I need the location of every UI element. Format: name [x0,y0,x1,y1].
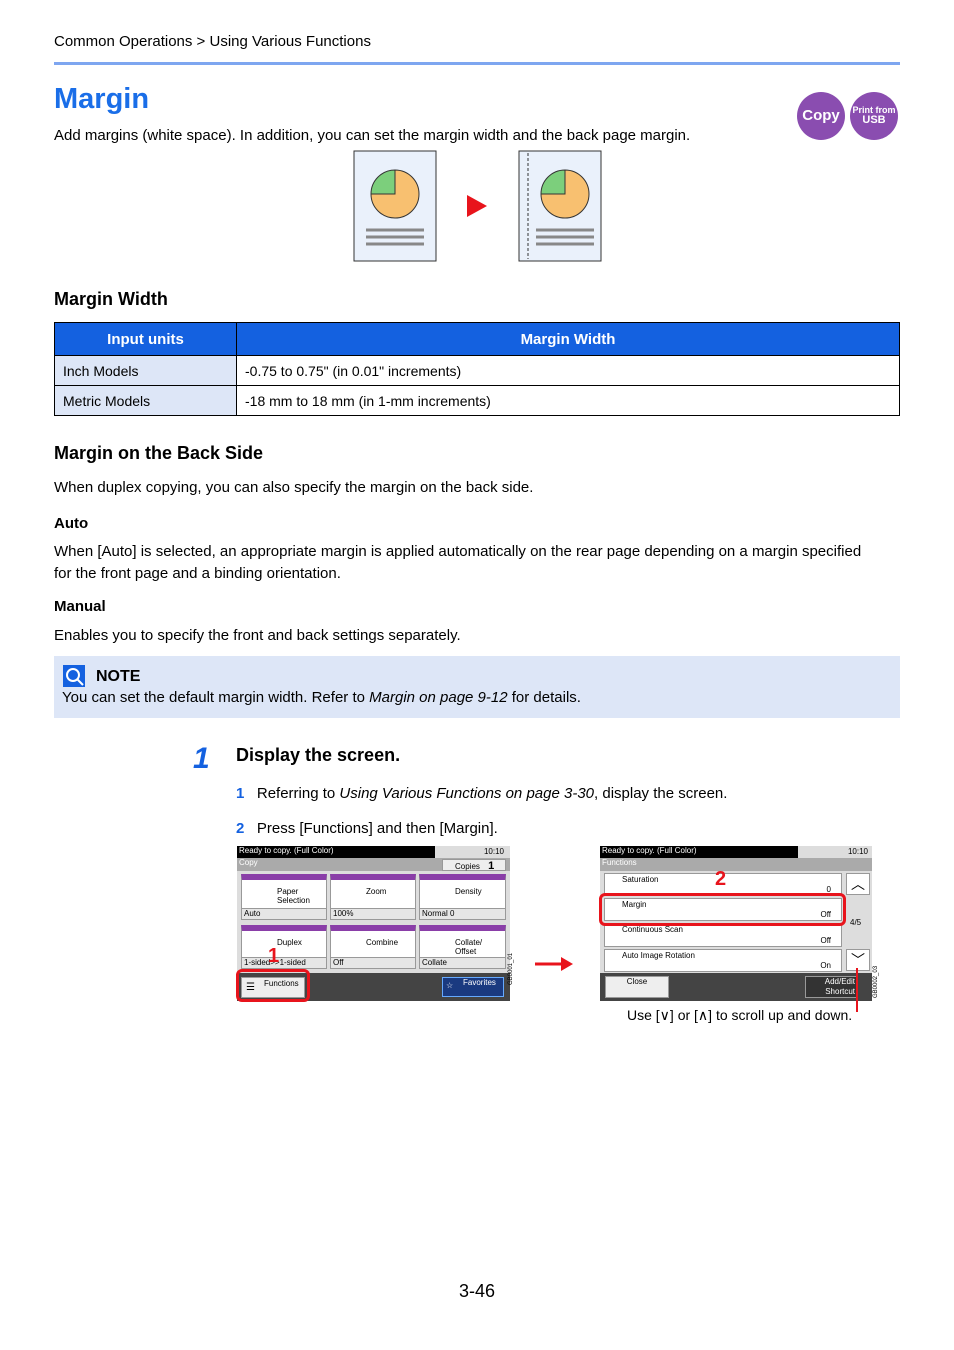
substep-1: 1 Referring to Using Various Functions o… [236,783,727,805]
tile-label: Collate/ Offset [455,938,483,956]
image-code: GB0001_01 [508,952,514,985]
tile-collate-offset[interactable]: Collate/ Offset Collate [419,925,506,969]
scroll-caption: Use [∨] or [∧] to scroll up and down. [627,1007,853,1023]
step-number: 1 [193,742,210,775]
substep-2: 2 Press [Functions] and then [Margin]. [236,818,498,840]
page-title: Margin [54,83,150,115]
row-value: On [820,961,831,970]
table-row: Metric Models -18 mm to 18 mm (in 1-mm in… [54,385,900,416]
col-header-margin-width: Margin Width [236,322,900,356]
margin-width-table: Input units Margin Width Inch Models -0.75… [54,322,900,416]
row-continuous-scan[interactable]: Continuous Scan Off [604,924,842,947]
cell: -18 mm to 18 mm (in 1-mm increments) [236,385,900,416]
clock: 10:10 [483,847,504,856]
callout-1: 1 [268,945,280,967]
copies-label: Copies [455,862,480,871]
substep-text: Referring to [256,785,340,802]
arrow-right-icon [467,195,487,217]
substep-text: , display the screen. [594,785,728,802]
tile-value: 100% [331,908,415,919]
tile-value: Off [331,957,415,968]
step-title: Display the screen. [236,745,401,765]
tile-value: Collate [420,957,505,968]
status-bar: Ready to copy. (Full Color) [600,846,798,858]
tile-label: Paper Selection [277,887,310,905]
note-text-post: for details. [507,689,581,706]
auto-text: When [Auto] is selected, an appropriate … [54,543,862,582]
copies-value: 1 [488,860,495,872]
status-bar: Ready to copy. (Full Color) [237,846,435,858]
note-text-pre: You can set the default margin width. Re… [62,689,370,706]
image-code: GB0002_03 [873,965,879,998]
substep-number: 1 [236,785,245,802]
row-value: Off [820,936,831,945]
substep-number: 2 [236,820,245,837]
tile-value: Normal 0 [420,908,505,919]
cell: Metric Models [54,385,237,416]
page-number: 3-46 [458,1281,496,1301]
star-icon: ☆ [446,981,454,990]
tile-paper-selection[interactable]: Paper Selection Auto [241,874,327,920]
row-auto-image-rotation[interactable]: Auto Image Rotation On [604,949,842,972]
tile-density[interactable]: Density Normal 0 [419,874,506,920]
chevron-up-icon: ︿ [851,876,865,892]
substep-reference-link[interactable]: Using Various Functions on page 3-30 [339,785,594,802]
col-header-input-units: Input units [54,322,237,356]
margin-highlight [599,893,846,926]
arrow-right-icon [535,957,573,971]
tile-label: Zoom [366,887,387,896]
chevron-down-icon: ﹀ [851,952,865,968]
intro-text: Add margins (white space). In addition, … [54,127,691,144]
table-row: Inch Models -0.75 to 0.75" (in 0.01" incr… [54,355,900,386]
tile-label: Duplex [277,938,302,947]
note-label: NOTE [96,668,141,685]
substep-text: Press [Functions] and then [Margin]. [256,820,498,837]
callout-2: 2 [715,868,727,890]
note-text: You can set the default margin width. Re… [62,687,581,709]
note-reference-link[interactable]: Margin on page 9-12 [369,689,507,706]
page-indicator: 4/5 [850,918,862,927]
usb-badge: Print from USB [850,92,898,140]
callout-line [856,968,858,1012]
tile-value: Auto [242,908,326,919]
note-icon [63,665,85,687]
scroll-up-button[interactable]: ︿ [846,873,870,895]
copy-badge-label: Copy [802,107,840,125]
mode-bar: Functions [600,858,872,871]
copies-field[interactable]: Copies 1 [442,859,506,872]
favorites-button[interactable]: ☆ Favorites [442,977,504,997]
usb-badge-line2: USB [862,113,886,126]
note-box: NOTE You can set the default margin widt… [54,656,900,718]
manual-heading: Manual [54,598,106,615]
header-rule [54,62,900,65]
back-side-heading: Margin on the Back Side [54,443,264,463]
tile-label: Density [455,887,482,896]
margin-width-heading: Margin Width [54,289,168,309]
favorites-label: Favorites [463,978,496,987]
copy-badge: Copy [797,92,845,140]
add-edit-shortcut-button[interactable]: Add/Edit Shortcut [805,976,858,998]
margin-illustration [353,150,602,262]
back-side-text: When duplex copying, you can also specif… [54,479,534,496]
cell: Inch Models [54,355,237,386]
breadcrumb: Common Operations > Using Various Functi… [54,33,371,50]
tile-duplex[interactable]: Duplex 1-sided>>1-sided [241,925,327,969]
tile-label: Combine [366,938,399,947]
tile-value: 1-sided>>1-sided [242,957,326,968]
scroll-down-button[interactable]: ﹀ [846,949,870,971]
row-label: Saturation [622,875,659,884]
cell: -0.75 to 0.75" (in 0.01" increments) [236,355,900,386]
tile-combine[interactable]: Combine Off [330,925,416,969]
row-label: Auto Image Rotation [622,951,695,960]
manual-text: Enables you to specify the front and bac… [54,627,461,644]
auto-heading: Auto [54,515,89,532]
close-button[interactable]: Close [605,976,669,998]
row-label: Continuous Scan [622,925,683,934]
tile-zoom[interactable]: Zoom 100% [330,874,416,920]
clock: 10:10 [847,847,868,856]
functions-highlight [236,969,310,1002]
